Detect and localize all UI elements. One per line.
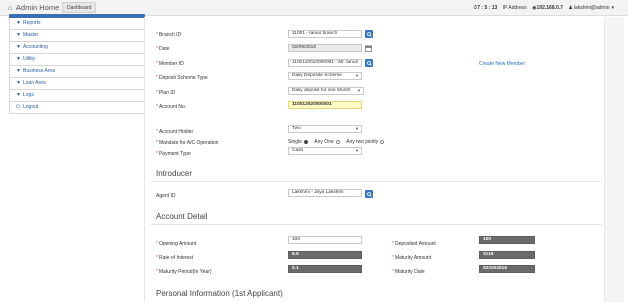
sidebar: ▼ Reports ▼ Master ▼ Accounting ▼ Utility ▼ B… [9,14,145,114]
power-icon: ⏻ [16,104,20,110]
maturity-amount-field: 3118 [479,251,535,259]
personal-info-title: Personal Information (1st Applicant) [156,289,283,298]
member-id-label: *Member ID [156,61,184,67]
plan-id-value: Daily deposit for one Month [292,88,351,93]
maturity-date-label: *Maturity Date [392,269,425,275]
chevron-down-icon: ▼ [355,148,359,153]
header-status: ⏱7 : 5 : 13 IP Address ◉192.168.0.7 ♟lak… [469,5,614,11]
sidebar-item-label: Accounting [23,44,48,50]
divider [150,224,602,225]
account-holder-value: Two [292,126,301,131]
scrollbar[interactable] [604,17,624,302]
branch-search-button[interactable] [365,30,373,38]
maturity-period-label: *Maturity Period(In Year) [156,269,212,275]
agent-id-field[interactable]: Lakshmi - Jaya Lakshmi [288,189,362,197]
agent-search-button[interactable] [365,190,373,198]
search-icon [366,60,372,66]
brand-title: Admin Home [15,3,60,12]
sidebar-item-label: Loan Area [23,80,46,86]
member-id-field[interactable]: 1100110010000001 - Mr. tanuir [288,59,362,67]
chevron-down-icon: ▼ [16,68,21,74]
sidebar-item-utility[interactable]: ▼ Utility [9,54,145,66]
chevron-down-icon: ▼ [16,56,21,62]
maturity-period-field: 0.1 [288,265,362,273]
search-icon [366,191,372,197]
sidebar-item-logout[interactable]: ⏻ Logout [9,102,145,114]
divider [150,181,602,182]
user-icon: ♟ [568,5,573,11]
tab-dashboard[interactable]: Dashboard [62,2,97,13]
search-icon [366,31,372,37]
chevron-down-icon: ▼ [16,80,21,86]
caret-down-icon[interactable]: ▾ [611,5,614,11]
introducer-title: Introducer [156,169,193,178]
sidebar-item-loan-area[interactable]: ▼ Loan Area [9,78,145,90]
rate-of-interest-field: 6.9 [288,251,362,259]
date-field[interactable]: 02/09/2016 [288,44,362,52]
brand[interactable]: ⌂ Admin Home [8,3,59,12]
mandate-any-two-label: Any two jointly [346,139,379,145]
deposit-scheme-type-select[interactable]: Daily Deposite Scheme ▼ [288,72,362,80]
account-holder-select[interactable]: Two ▼ [288,125,362,133]
sidebar-item-master[interactable]: ▼ Master [9,30,145,42]
sidebar-item-label: Master [23,32,39,38]
home-icon: ⌂ [8,5,13,12]
sidebar-item-label: Business Area [23,68,55,74]
rate-of-interest-label: *Rate of Interest [156,255,194,261]
calendar-icon[interactable] [365,45,372,52]
sidebar-item-label: Reports [23,20,41,26]
branch-id-field[interactable]: 11001 - tanuir branch [288,30,362,38]
deposited-amount-field: 100 [479,236,535,244]
account-detail-title: Account Detail [156,212,208,221]
opening-amount-field[interactable]: 100 [288,236,362,244]
payment-type-select[interactable]: Cash ▼ [288,147,362,155]
ip-label: IP Address [502,5,527,11]
radio-single[interactable] [303,139,308,144]
account-no-field[interactable]: 110012020000001 [288,101,362,109]
deposit-scheme-type-label: *Deposit Scheme Type [156,75,208,81]
user-menu[interactable]: lakshmi@admin [574,5,610,11]
account-holder-label: *Account Holder [156,129,194,135]
deposited-amount-label: *Deposited Amount [392,241,436,247]
sidebar-item-reports[interactable]: ▼ Reports [9,18,145,30]
agent-id-label: Agent ID [156,193,176,199]
member-search-button[interactable] [365,59,373,67]
payment-type-label: *Payment Type [156,151,191,157]
clock: 7 : 5 : 13 [477,5,498,11]
chevron-down-icon: ▼ [16,92,21,98]
sidebar-item-label: Logs [23,92,34,98]
main-panel [144,17,604,302]
maturity-date-field: 02/10/2016 [479,265,535,273]
ip-value: 192.168.0.7 [536,5,563,11]
mandate-radio-group: Single Any One Any two jointly [288,139,385,145]
chevron-down-icon: ▼ [16,44,21,50]
opening-amount-label: *Opening Amount [156,241,197,247]
chevron-down-icon: ▼ [16,32,21,38]
plan-id-label: *Plan ID [156,90,176,96]
chevron-down-icon: ▼ [357,88,361,93]
create-new-member-link[interactable]: Create New Member [479,61,525,67]
branch-id-label: *Branch ID [156,32,182,38]
sidebar-item-logs[interactable]: ▼ Logs [9,90,145,102]
radio-any-one[interactable] [335,139,340,144]
sidebar-item-label: Utility [23,56,36,62]
deposit-scheme-type-value: Daily Deposite Scheme [292,73,342,78]
sidebar-item-business-area[interactable]: ▼ Business Area [9,66,145,78]
sidebar-item-accounting[interactable]: ▼ Accounting [9,42,145,54]
date-label: *Date [156,46,170,52]
chevron-down-icon: ▼ [355,73,359,78]
mandate-label: *Mandate for A/C Operation [156,140,219,146]
mandate-any-one-label: Any One [314,139,334,145]
sidebar-item-label: Logout [23,104,39,110]
mandate-single-label: Single [288,139,302,145]
plan-id-select[interactable]: Daily deposit for one Month ▼ [288,87,364,95]
account-no-label: *Account No. [156,104,187,110]
radio-any-two[interactable] [380,139,385,144]
maturity-amount-label: *Maturity Amount [392,255,432,261]
chevron-down-icon: ▼ [16,20,21,26]
payment-type-value: Cash [292,148,304,153]
chevron-down-icon: ▼ [355,126,359,131]
